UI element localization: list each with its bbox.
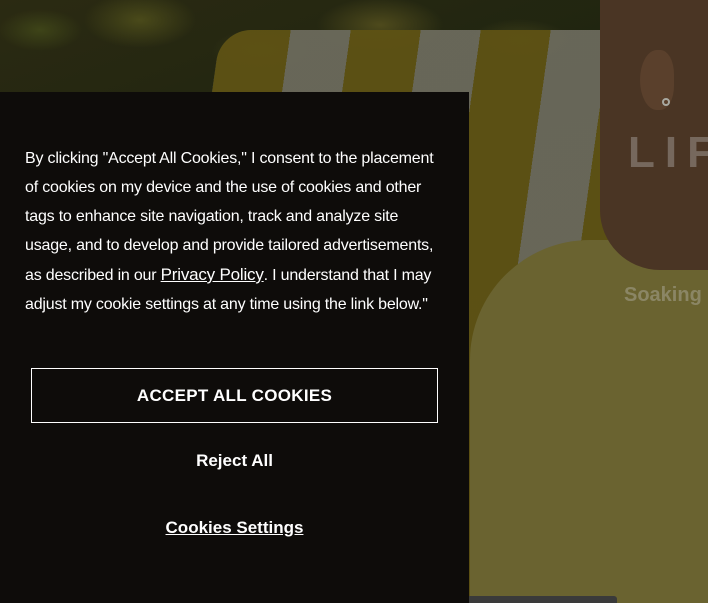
consent-message: By clicking "Accept All Cookies," I cons… <box>25 144 435 319</box>
hero-title: LIF <box>628 128 708 177</box>
cookie-consent-panel: By clicking "Accept All Cookies," I cons… <box>0 92 469 603</box>
consent-text-before-link: By clicking "Accept All Cookies," I cons… <box>25 150 434 284</box>
hero-subtitle: Soaking <box>624 284 702 306</box>
earring-image <box>662 98 670 106</box>
privacy-policy-link[interactable]: Privacy Policy <box>161 265 264 284</box>
accept-all-cookies-button[interactable]: ACCEPT ALL COOKIES <box>31 368 438 423</box>
cookies-settings-button[interactable]: Cookies Settings <box>31 511 438 545</box>
reject-all-button[interactable]: Reject All <box>31 444 438 478</box>
